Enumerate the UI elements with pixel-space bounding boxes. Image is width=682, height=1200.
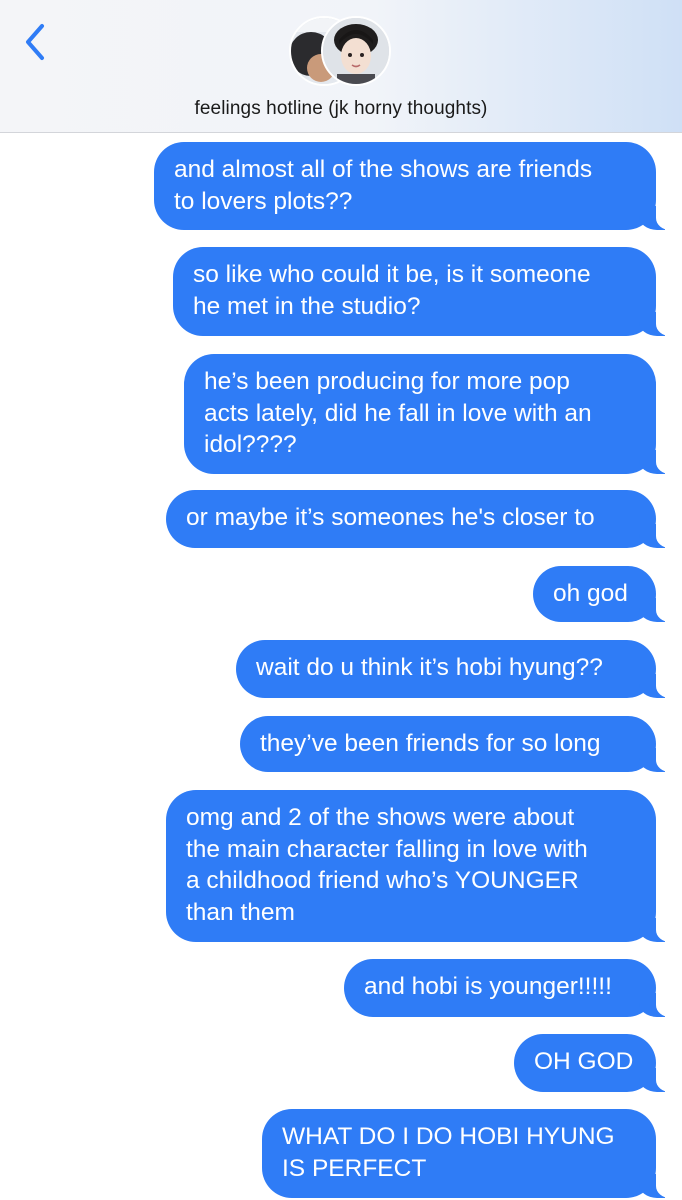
- sent-message[interactable]: oh god: [533, 566, 682, 622]
- message-list: and almost all of the shows are friends …: [0, 0, 682, 1200]
- sent-message[interactable]: OH GOD: [514, 1034, 682, 1092]
- sent-message[interactable]: so like who could it be, is it someone h…: [173, 247, 682, 336]
- sent-message[interactable]: and almost all of the shows are friends …: [154, 142, 682, 230]
- sent-message[interactable]: and hobi is younger!!!!!: [344, 959, 682, 1017]
- sent-message[interactable]: they’ve been friends for so long: [240, 716, 682, 772]
- sent-message[interactable]: WHAT DO I DO HOBI HYUNG IS PERFECT: [262, 1109, 682, 1198]
- sent-message[interactable]: wait do u think it’s hobi hyung??: [236, 640, 682, 698]
- sent-message[interactable]: omg and 2 of the shows were about the ma…: [166, 790, 682, 942]
- sent-message[interactable]: or maybe it’s someones he's closer to: [166, 490, 682, 548]
- sent-message[interactable]: he’s been producing for more pop acts la…: [184, 354, 682, 474]
